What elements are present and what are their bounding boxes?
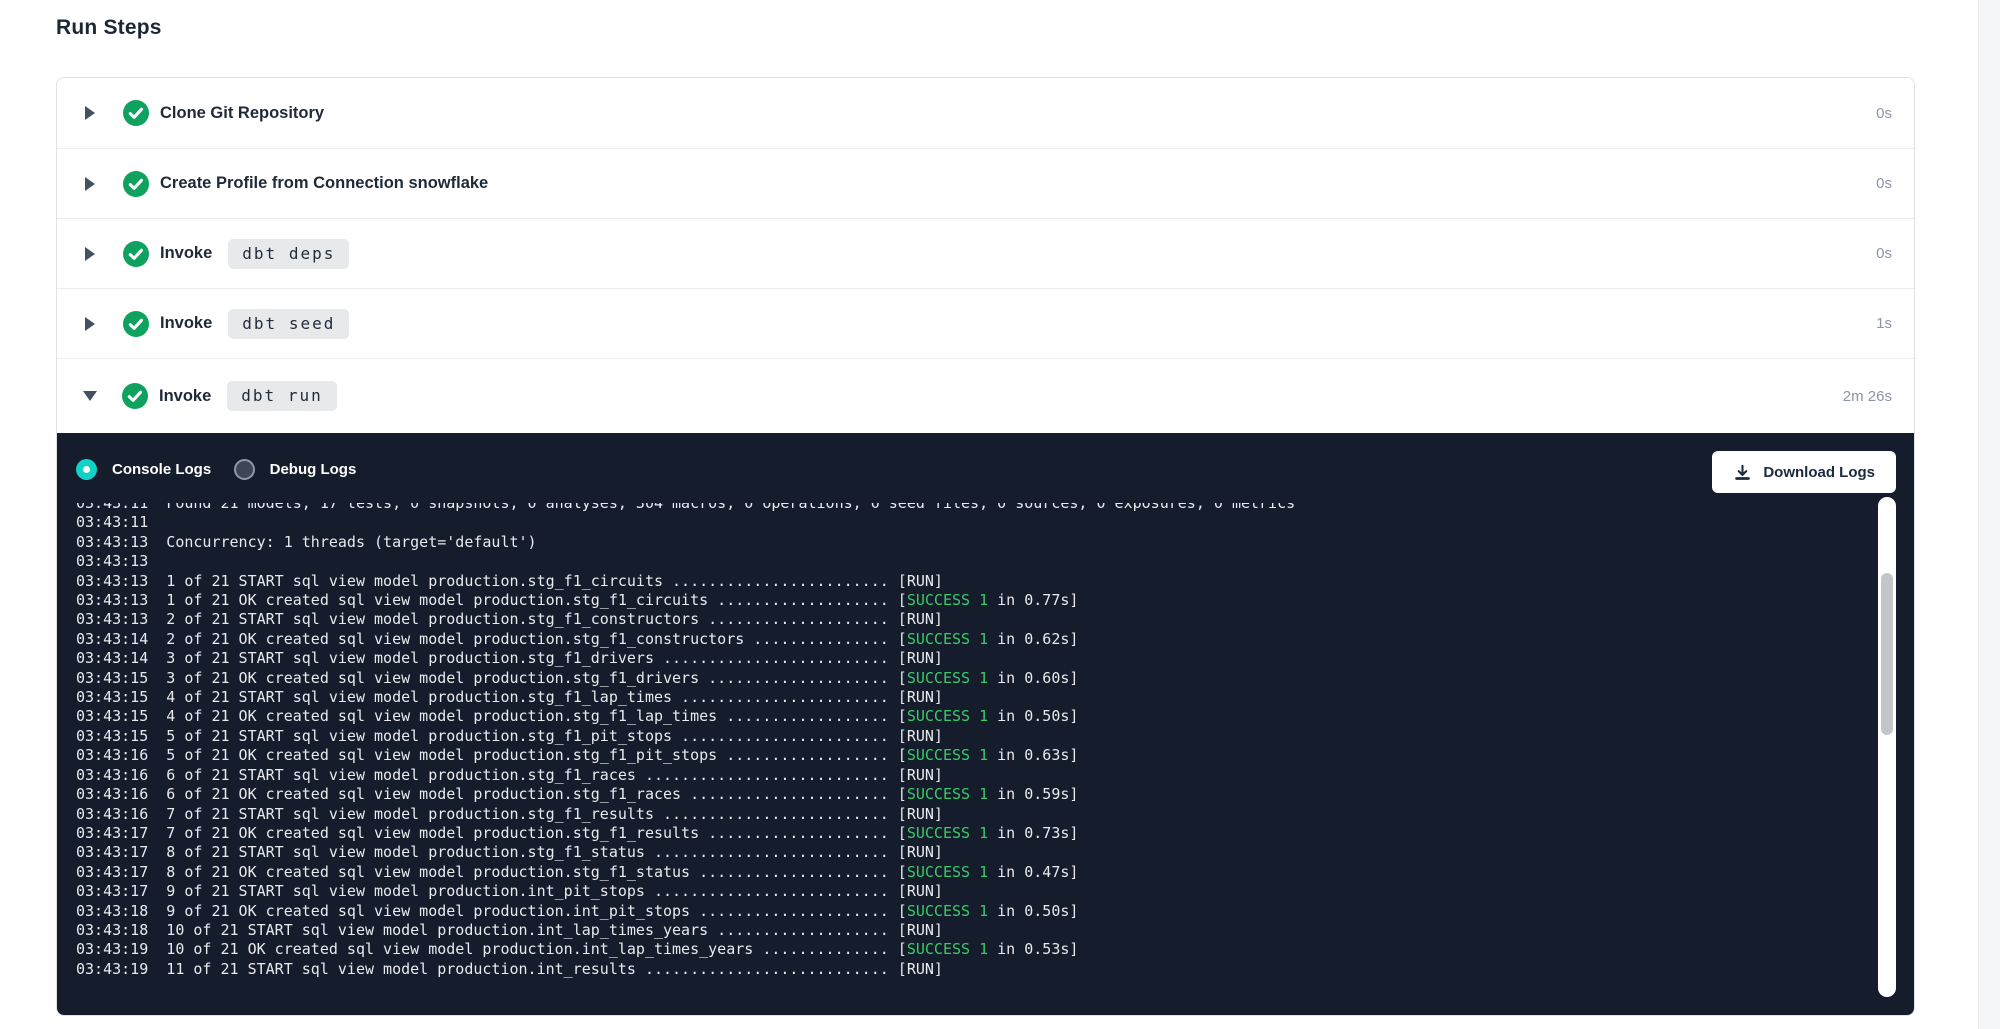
step-label: Clone Git Repository	[160, 104, 324, 123]
log-line: 03:43:16 7 of 21 START sql view model pr…	[76, 805, 1874, 824]
step-row[interactable]: Clone Git Repository 0s	[57, 78, 1914, 148]
log-line: 03:43:16 5 of 21 OK created sql view mod…	[76, 746, 1874, 765]
log-line: 03:43:14 2 of 21 OK created sql view mod…	[76, 630, 1874, 649]
step-row[interactable]: Invoke dbt run 2m 26s	[57, 358, 1914, 433]
log-line: 03:43:17 8 of 21 START sql view model pr…	[76, 843, 1874, 862]
success-check-icon	[123, 241, 149, 267]
log-line: 03:43:15 3 of 21 OK created sql view mod…	[76, 669, 1874, 688]
step-duration: 0s	[1876, 105, 1892, 122]
step-label: Create Profile from Connection snowflake	[160, 174, 488, 193]
log-line: 03:43:13	[76, 552, 1874, 571]
log-line: 03:43:11 Found 21 models, 17 tests, 0 sn…	[76, 503, 1874, 513]
page-title: Run Steps	[56, 16, 162, 40]
console-log-output: 03:43:11 Found 21 models, 17 tests, 0 sn…	[57, 503, 1874, 987]
log-line: 03:43:17 8 of 21 OK created sql view mod…	[76, 863, 1874, 882]
log-line: 03:43:19 11 of 21 START sql view model p…	[76, 960, 1874, 979]
log-line: 03:43:11	[76, 513, 1874, 532]
log-panel: Console Logs Debug Logs Download Logs 03…	[57, 433, 1914, 1015]
expand-caret-icon[interactable]	[83, 391, 97, 401]
log-type-option[interactable]: Console Logs	[76, 459, 211, 480]
log-line: 03:43:17 9 of 21 START sql view model pr…	[76, 882, 1874, 901]
download-logs-label: Download Logs	[1763, 464, 1875, 481]
download-logs-button[interactable]: Download Logs	[1712, 451, 1896, 493]
log-line: 03:43:18 9 of 21 OK created sql view mod…	[76, 902, 1874, 921]
log-line: 03:43:15 5 of 21 START sql view model pr…	[76, 727, 1874, 746]
log-line: 03:43:15 4 of 21 START sql view model pr…	[76, 688, 1874, 707]
success-check-icon	[123, 311, 149, 337]
radio-label: Console Logs	[112, 461, 211, 478]
log-line: 03:43:13 2 of 21 START sql view model pr…	[76, 610, 1874, 629]
expand-caret-icon[interactable]	[85, 177, 95, 191]
run-steps-card: Clone Git Repository 0s Create Profile f…	[56, 77, 1915, 1016]
log-line: 03:43:13 1 of 21 START sql view model pr…	[76, 572, 1874, 591]
success-check-icon	[122, 383, 148, 409]
radio-icon[interactable]	[234, 459, 255, 480]
radio-icon[interactable]	[76, 459, 97, 480]
log-line: 03:43:15 4 of 21 OK created sql view mod…	[76, 707, 1874, 726]
step-command-badge: dbt run	[227, 381, 336, 411]
log-scrollbar-track[interactable]	[1878, 497, 1896, 997]
step-label: Invoke	[159, 387, 211, 406]
log-scrollbar-thumb[interactable]	[1881, 573, 1893, 735]
log-line: 03:43:17 7 of 21 OK created sql view mod…	[76, 824, 1874, 843]
log-type-option[interactable]: Debug Logs	[234, 459, 357, 480]
expand-caret-icon[interactable]	[85, 247, 95, 261]
radio-label: Debug Logs	[270, 461, 357, 478]
success-check-icon	[123, 100, 149, 126]
expand-caret-icon[interactable]	[85, 317, 95, 331]
log-type-radio-group: Console Logs Debug Logs	[76, 459, 356, 485]
step-rows: Clone Git Repository 0s Create Profile f…	[57, 78, 1914, 433]
step-duration: 1s	[1876, 315, 1892, 332]
log-line: 03:43:16 6 of 21 OK created sql view mod…	[76, 785, 1874, 804]
success-check-icon	[123, 171, 149, 197]
step-label: Invoke	[160, 244, 212, 263]
log-text: 03:43:11 Found 21 models, 17 tests, 0 sn…	[76, 503, 1874, 979]
step-row[interactable]: Invoke dbt seed 1s	[57, 288, 1914, 358]
log-line: 03:43:16 6 of 21 START sql view model pr…	[76, 766, 1874, 785]
log-line: 03:43:19 10 of 21 OK created sql view mo…	[76, 940, 1874, 959]
page-right-gutter	[1978, 0, 2000, 1029]
step-row[interactable]: Create Profile from Connection snowflake…	[57, 148, 1914, 218]
step-duration: 2m 26s	[1843, 388, 1892, 405]
step-command-badge: dbt deps	[228, 239, 349, 269]
step-command-badge: dbt seed	[228, 309, 349, 339]
log-line: 03:43:14 3 of 21 START sql view model pr…	[76, 649, 1874, 668]
log-line: 03:43:13 1 of 21 OK created sql view mod…	[76, 591, 1874, 610]
step-label: Invoke	[160, 314, 212, 333]
log-panel-header: Console Logs Debug Logs Download Logs	[57, 433, 1914, 497]
step-duration: 0s	[1876, 175, 1892, 192]
log-line: 03:43:13 Concurrency: 1 threads (target=…	[76, 533, 1874, 552]
expand-caret-icon[interactable]	[85, 106, 95, 120]
step-duration: 0s	[1876, 245, 1892, 262]
log-line: 03:43:18 10 of 21 START sql view model p…	[76, 921, 1874, 940]
download-icon	[1733, 463, 1752, 482]
step-row[interactable]: Invoke dbt deps 0s	[57, 218, 1914, 288]
